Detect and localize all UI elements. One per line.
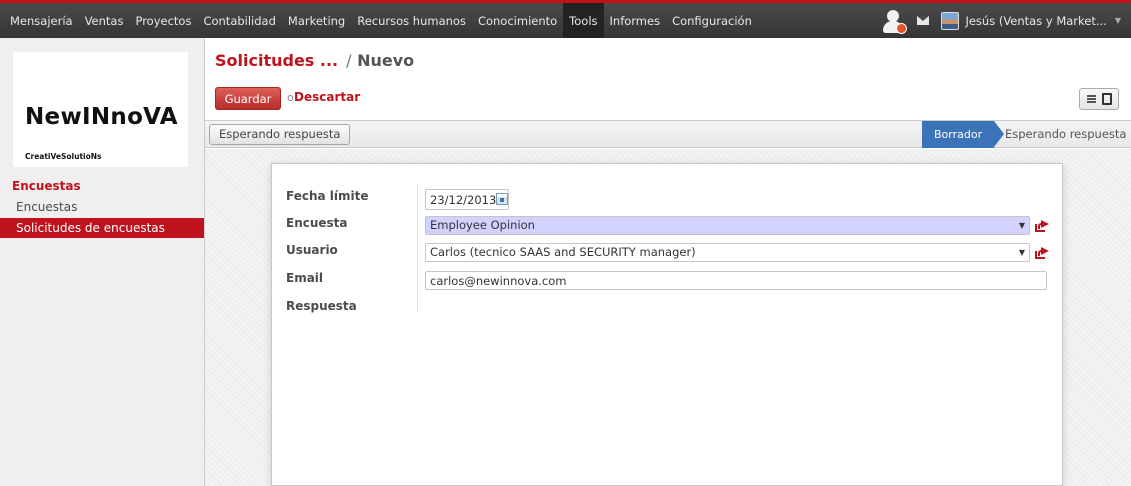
- email-label: Email: [286, 271, 324, 285]
- user-area: Jesús (Ventas y Market... ▼: [881, 3, 1131, 38]
- menu-item-tools[interactable]: Tools: [563, 3, 604, 38]
- avatar[interactable]: [941, 11, 960, 30]
- discard-link[interactable]: Descartar: [294, 90, 360, 104]
- or-text: o: [287, 91, 294, 104]
- menu-item-marketing[interactable]: Marketing: [282, 3, 351, 38]
- stage-esperando-respuesta[interactable]: Esperando respuesta: [1005, 121, 1126, 148]
- logo-title: NewINnoVA: [25, 104, 178, 130]
- mail-icon[interactable]: [917, 16, 930, 25]
- sidebar: NewINnoVA CreatiVeSolutioNs Encuestas En…: [0, 38, 205, 486]
- menu-item-mensajeria[interactable]: Mensajería: [4, 3, 79, 38]
- menu-item-ventas[interactable]: Ventas: [79, 3, 130, 38]
- menu-item-informes[interactable]: Informes: [604, 3, 667, 38]
- form-view-icon[interactable]: [1101, 93, 1112, 105]
- survey-select[interactable]: Employee Opinion ▼: [425, 216, 1030, 235]
- logo-subtitle: CreatiVeSolutioNs: [25, 152, 102, 161]
- survey-select-value: Employee Opinion: [430, 218, 535, 232]
- menu-item-contabilidad[interactable]: Contabilidad: [197, 3, 281, 38]
- waiting-response-button[interactable]: Esperando respuesta: [209, 124, 351, 145]
- menu-item-recursos-humanos[interactable]: Recursos humanos: [351, 3, 472, 38]
- breadcrumb-parent-link[interactable]: Solicitudes ...: [215, 51, 338, 70]
- sidebar-item-encuestas[interactable]: Encuestas: [0, 197, 204, 217]
- stage-borrador[interactable]: Borrador: [922, 121, 1004, 148]
- save-button[interactable]: Guardar: [215, 87, 281, 110]
- calendar-icon[interactable]: [496, 193, 508, 205]
- email-field[interactable]: [425, 271, 1047, 290]
- view-switcher: [1079, 88, 1119, 110]
- chevron-down-icon[interactable]: ▼: [1019, 217, 1025, 234]
- field-divider: [417, 184, 418, 312]
- company-logo[interactable]: NewINnoVA CreatiVeSolutioNs: [13, 52, 188, 167]
- deadline-label: Fecha límite: [286, 189, 369, 203]
- status-bar: Esperando respuesta Borrador Esperando r…: [205, 120, 1131, 148]
- external-link-icon[interactable]: [1035, 220, 1049, 232]
- survey-label: Encuesta: [286, 216, 348, 230]
- chevron-down-icon[interactable]: ▼: [1019, 244, 1025, 261]
- main-content: Solicitudes ... / Nuevo Guardar o Descart…: [205, 38, 1131, 486]
- top-menu-bar: Mensajería Ventas Proyectos Contabilidad…: [0, 0, 1131, 38]
- user-menu[interactable]: Jesús (Ventas y Market...: [965, 14, 1106, 28]
- external-link-icon[interactable]: [1035, 247, 1049, 259]
- top-menu: Mensajería Ventas Proyectos Contabilidad…: [0, 3, 758, 38]
- menu-item-configuracion[interactable]: Configuración: [666, 3, 758, 38]
- sidebar-section-title: Encuestas: [12, 179, 81, 193]
- list-view-icon[interactable]: [1086, 95, 1096, 103]
- user-select[interactable]: Carlos (tecnico SAAS and SECURITY manage…: [425, 243, 1030, 262]
- chevron-down-icon[interactable]: ▼: [1115, 16, 1121, 25]
- response-label: Respuesta: [286, 299, 357, 313]
- breadcrumb-current: Nuevo: [357, 51, 415, 70]
- breadcrumb: Solicitudes ... / Nuevo: [215, 51, 414, 70]
- user-label: Usuario: [286, 243, 338, 257]
- form-sheet: Fecha límite Encuesta Usuario Email Resp…: [271, 163, 1063, 486]
- menu-item-conocimiento[interactable]: Conocimiento: [472, 3, 563, 38]
- breadcrumb-separator: /: [346, 51, 352, 70]
- user-presence-icon[interactable]: [881, 8, 908, 34]
- user-select-value: Carlos (tecnico SAAS and SECURITY manage…: [430, 245, 696, 259]
- sidebar-item-solicitudes-de-encuestas[interactable]: Solicitudes de encuestas: [0, 218, 204, 238]
- menu-item-proyectos[interactable]: Proyectos: [129, 3, 197, 38]
